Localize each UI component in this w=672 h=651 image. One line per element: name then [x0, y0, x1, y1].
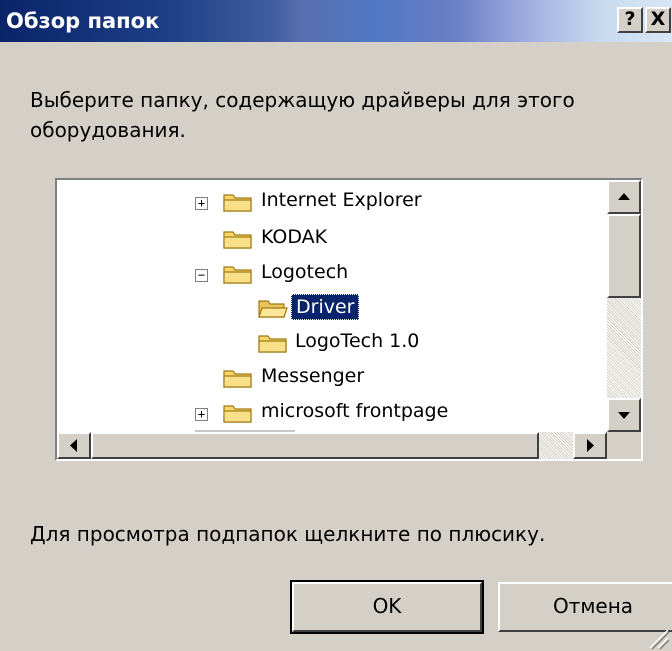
- browse-folders-dialog: Обзор папок ? X Выберите папку, содержащ…: [0, 0, 672, 651]
- closed-folder-icon: [223, 194, 252, 212]
- tree-item-label[interactable]: Logotech: [257, 260, 352, 284]
- tree-item-label[interactable]: KODAK: [257, 225, 331, 249]
- tree-item-label[interactable]: Driver: [291, 294, 360, 320]
- scroll-right-button[interactable]: [573, 432, 607, 459]
- closed-folder-icon: [223, 370, 252, 388]
- arrow-up-icon: [618, 193, 630, 200]
- resize-grip-icon[interactable]: [640, 620, 670, 650]
- folder-tree[interactable]: + Internet Explorer KODAK − Logotech Dri…: [57, 180, 607, 432]
- vertical-scroll-thumb[interactable]: [607, 214, 641, 298]
- tree-item[interactable]: + Internet Explorer: [57, 188, 605, 218]
- tree-item[interactable]: KODAK: [57, 225, 605, 255]
- instruction-text: Выберите папку, содержащую драйверы для …: [30, 88, 575, 142]
- collapse-minus-icon[interactable]: −: [195, 269, 208, 282]
- closed-folder-icon: [223, 266, 252, 284]
- scroll-up-button[interactable]: [607, 180, 641, 214]
- closed-folder-icon: [223, 405, 252, 423]
- arrow-left-icon: [70, 439, 77, 452]
- window-title: Обзор папок: [6, 9, 160, 33]
- tree-item[interactable]: LogoTech 1.0: [57, 329, 605, 359]
- close-button[interactable]: X: [645, 7, 671, 33]
- expand-plus-icon[interactable]: +: [195, 408, 208, 421]
- closed-folder-icon: [258, 335, 287, 353]
- tree-item-label[interactable]: microsoft frontpage: [257, 399, 452, 423]
- tree-item-selected[interactable]: Driver: [57, 294, 605, 324]
- tree-item-label[interactable]: Messenger: [257, 364, 368, 388]
- arrow-down-icon: [618, 412, 630, 419]
- scroll-left-button[interactable]: [57, 432, 91, 459]
- scrollbar-corner: [607, 432, 641, 459]
- ok-button[interactable]: OK: [290, 580, 484, 634]
- horizontal-scroll-thumb[interactable]: [91, 432, 539, 459]
- help-button[interactable]: ?: [617, 7, 643, 33]
- closed-folder-icon: [223, 231, 252, 249]
- scroll-down-button[interactable]: [607, 398, 641, 432]
- tree-item[interactable]: − Logotech: [57, 260, 605, 290]
- arrow-right-icon: [587, 439, 594, 452]
- open-folder-icon: [258, 300, 288, 318]
- vertical-scrollbar[interactable]: [607, 180, 641, 432]
- horizontal-scrollbar[interactable]: [57, 432, 607, 459]
- folder-tree-view[interactable]: + Internet Explorer KODAK − Logotech Dri…: [55, 178, 643, 461]
- hint-text: Для просмотра подпапок щелкните по плюси…: [30, 522, 546, 546]
- title-bar[interactable]: Обзор папок ? X: [0, 0, 672, 42]
- expand-plus-icon[interactable]: +: [195, 197, 208, 210]
- tree-item-label[interactable]: Internet Explorer: [257, 188, 426, 212]
- tree-item[interactable]: Messenger: [57, 364, 605, 394]
- tree-item-label[interactable]: LogoTech 1.0: [291, 329, 423, 353]
- tree-item[interactable]: + microsoft frontpage: [57, 399, 605, 429]
